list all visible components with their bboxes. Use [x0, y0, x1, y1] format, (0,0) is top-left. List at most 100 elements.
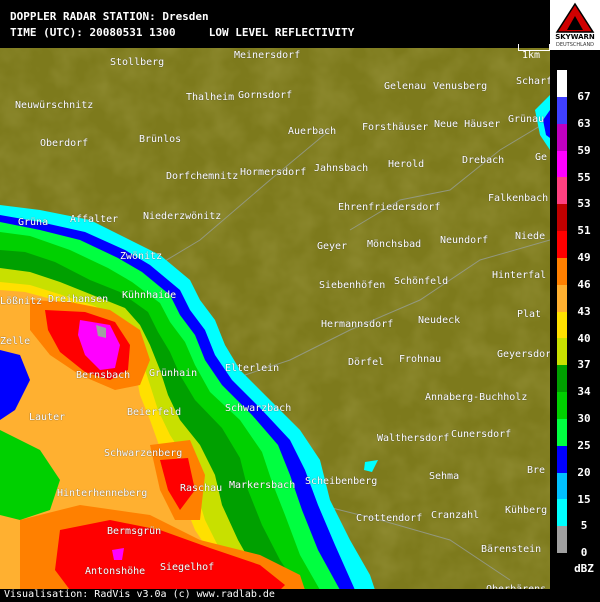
legend-level-label: 46: [577, 277, 591, 291]
town-plat: Plat: [517, 309, 542, 320]
town-gelenau: Gelenau: [384, 81, 427, 92]
unit-label: dBZ: [574, 562, 594, 575]
town-walthersdorf: Walthersdorf: [377, 433, 450, 444]
town-siebenhoefen: Siebenhöfen: [319, 280, 386, 291]
scale-label: 1km: [522, 50, 541, 61]
legend-level-label: 59: [577, 143, 591, 157]
header: DOPPLER RADAR STATION: Dresden TIME (UTC…: [0, 0, 550, 48]
color-scale: [557, 70, 567, 554]
town-bernsbach: Bernsbach: [76, 370, 131, 381]
legend-swatch: [557, 365, 567, 393]
town-zwoenitz: Zwönitz: [120, 251, 163, 262]
station-title: DOPPLER RADAR STATION: Dresden: [10, 10, 209, 23]
scale-bar: 1km: [518, 44, 550, 61]
town-bre: Bre: [527, 465, 546, 476]
town-forsthaeuser: Forsthäuser: [362, 122, 429, 133]
legend-level-label: 20: [577, 465, 591, 479]
town-geyer: Geyer: [317, 241, 348, 252]
footer: Visualisation: RadVis v3.0a (c) www.radl…: [0, 589, 600, 600]
legend-panel: SKYWARN DEUTSCHLAND 67 63 59 55 53 51 49 46 43 40…: [550, 0, 600, 600]
town-raschau: Raschau: [180, 483, 223, 494]
legend-swatch: [557, 96, 567, 124]
town-dorfchemnitz: Dorfchemnitz: [166, 171, 239, 182]
town-zelle: Zelle: [0, 336, 31, 347]
legend-level-label: 40: [577, 331, 591, 345]
town-hinterhenneberg: Hinterhenneberg: [57, 488, 148, 499]
town-frohnau: Frohnau: [399, 354, 442, 365]
town-bruenlos: Brünlos: [139, 134, 182, 145]
town-scheibenberg: Scheibenberg: [305, 476, 378, 487]
scale-bar-line: [518, 44, 550, 51]
town-ehrenfriedersdorf: Ehrenfriedersdorf: [338, 202, 441, 213]
town-cunersdorf: Cunersdorf: [451, 429, 512, 440]
legend-swatch: [557, 204, 567, 232]
logo-name: SKYWARN: [555, 33, 595, 41]
town-gruena: Grüna: [18, 217, 49, 228]
town-auerbach: Auerbach: [288, 126, 337, 137]
town-meinersdorf: Meinersdorf: [234, 50, 301, 61]
south-magenta: [112, 548, 124, 560]
legend-level-label: 53: [577, 197, 591, 211]
town-geyersdorf: Geyersdorf: [497, 349, 558, 360]
town-siegelhof: Siegelhof: [160, 562, 215, 573]
town-gornsdorf: Gornsdorf: [238, 90, 293, 101]
town-ge: Ge: [535, 152, 548, 163]
town-venusberg: Venusberg: [433, 81, 488, 92]
legend-swatch: [557, 472, 567, 500]
town-elterlein: Elterlein: [225, 363, 280, 374]
town-markersbach: Markersbach: [229, 480, 296, 491]
town-affalter: Affalter: [70, 214, 119, 225]
town-scharf: Scharf: [516, 76, 553, 87]
town-schwarzbach: Schwarzbach: [225, 403, 292, 414]
legend-level-label: 34: [577, 385, 591, 399]
town-schoenfeld: Schönfeld: [394, 276, 449, 287]
legend-level-label: 15: [577, 492, 591, 506]
legend-swatch: [557, 150, 567, 178]
town-moenchsbad: Mönchsbad: [367, 239, 422, 250]
town-baerenstein: Bärenstein: [481, 544, 542, 555]
town-gruenhain: Grünhain: [149, 368, 198, 379]
legend-level-label: 0: [580, 546, 588, 560]
town-gruenau: Grünau: [508, 114, 545, 125]
legend-level-label: 37: [577, 358, 591, 372]
town-oberdorf: Oberdorf: [40, 138, 89, 149]
legend-swatch: [557, 123, 567, 151]
legend-swatch: [557, 445, 567, 473]
legend-swatch: [557, 177, 567, 205]
legend-swatch: [557, 338, 567, 366]
town-hinterfal: Hinterfal: [492, 270, 547, 281]
town-stollberg: Stollberg: [110, 57, 165, 68]
town-neudeck: Neudeck: [418, 315, 461, 326]
legend-level-label: 51: [577, 224, 591, 238]
legend-level-label: 43: [577, 304, 591, 318]
town-dreihansen: Dreihansen: [48, 294, 109, 305]
time-line: TIME (UTC): 20080531 1300 LOW LEVEL REFL…: [10, 25, 354, 41]
product-label: LOW LEVEL REFLECTIVITY: [208, 26, 355, 39]
town-jahnsbach: Jahnsbach: [314, 163, 369, 174]
town-niederzwoenitz: Niederzwönitz: [143, 211, 222, 222]
town-crottendorf: Crottendorf: [356, 513, 423, 524]
legend-level-label: 49: [577, 251, 591, 264]
legend-swatch: [557, 70, 567, 97]
legend-level-label: 5: [580, 519, 588, 533]
town-schwarzenberg: Schwarzenberg: [104, 448, 183, 459]
town-lauter: Lauter: [29, 412, 66, 423]
legend-level-label: 25: [577, 438, 591, 452]
town-bermsgruen: Bermsgrün: [107, 526, 162, 537]
town-antonshoehe: Antonshöhe: [85, 566, 146, 577]
legend-swatch: [557, 311, 567, 339]
legend-level-label: 67: [577, 90, 591, 103]
town-falkenbach: Falkenbach: [488, 193, 549, 204]
legend-swatch: [557, 392, 567, 419]
warning-triangle-icon: [555, 2, 595, 33]
legend-level-label: 63: [577, 116, 591, 130]
town-kuehnhaide: Kühnhaide: [122, 290, 177, 301]
legend-swatch: [557, 499, 567, 527]
town-kuehberg: Kühberg: [505, 505, 548, 516]
logo-subtitle: DEUTSCHLAND: [555, 42, 595, 48]
town-herold: Herold: [388, 159, 425, 170]
town-neuwuerschnitz: Neuwürschnitz: [15, 100, 94, 111]
town-hormersdorf: Hormersdorf: [240, 167, 307, 178]
legend-swatch: [557, 526, 567, 554]
town-loessnitz: Lößnitz: [0, 296, 43, 307]
